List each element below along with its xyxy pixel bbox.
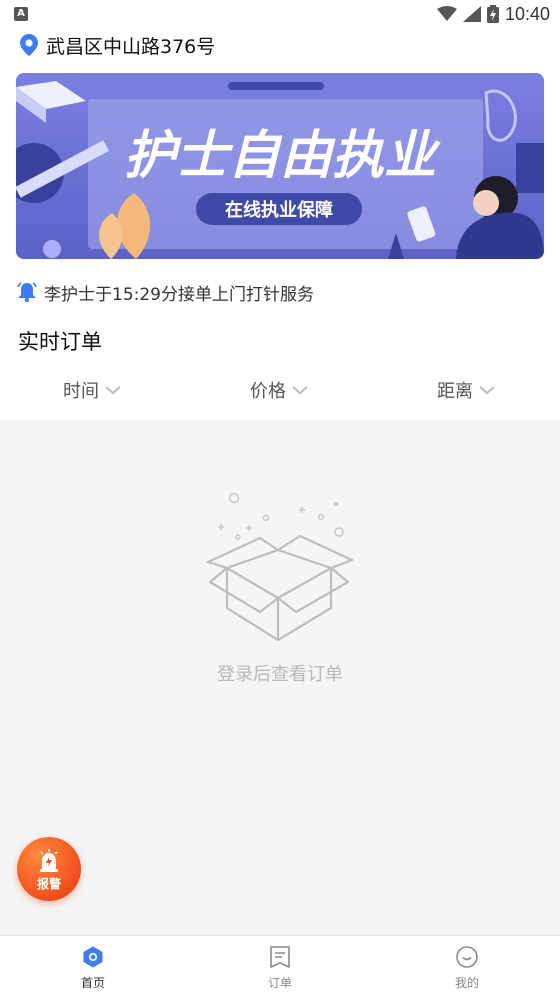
siren-icon xyxy=(40,849,58,872)
tab-label: 我的 xyxy=(454,976,479,990)
order-notice: 李护士于15:29分接单上门打针服务 xyxy=(16,280,314,305)
notice-text: 李护士于15:29分接单上门打针服务 xyxy=(44,284,314,305)
bell-icon xyxy=(17,282,37,303)
tab-label: 首页 xyxy=(80,976,105,990)
tab-label: 订单 xyxy=(267,976,292,990)
chevron-down-icon xyxy=(105,386,121,395)
tab-profile[interactable]: 我的 xyxy=(407,942,527,992)
filter-label: 价格 xyxy=(250,381,286,402)
location-pin-icon xyxy=(20,34,38,56)
chevron-down-icon xyxy=(292,386,308,395)
filter-price[interactable]: 价格 xyxy=(250,376,308,404)
wifi-icon xyxy=(436,6,457,21)
home-icon xyxy=(83,946,103,968)
empty-box-icon xyxy=(206,492,354,642)
bottom-tab-bar: 首页 订单 我的 xyxy=(0,935,560,995)
battery-icon xyxy=(486,5,499,23)
alarm-label: 报警 xyxy=(36,877,61,891)
order-icon xyxy=(270,946,290,968)
orders-list-area: 登录后查看订单 xyxy=(0,420,560,935)
status-time: 10:40 xyxy=(504,3,550,24)
promo-banner[interactable]: 护士自由执业 在线执业保障 xyxy=(16,73,544,259)
chevron-down-icon xyxy=(479,386,495,395)
section-title: 实时订单 xyxy=(18,330,102,354)
location-address: 武昌区中山路376号 xyxy=(46,35,216,58)
filter-distance[interactable]: 距离 xyxy=(437,376,495,404)
filter-label: 距离 xyxy=(437,381,473,402)
filter-time[interactable]: 时间 xyxy=(63,376,121,404)
banner-illustration: 护士自由执业 在线执业保障 xyxy=(16,73,544,259)
status-notification-icon: A xyxy=(14,7,28,21)
signal-icon xyxy=(462,6,481,22)
banner-headline: 护士自由执业 xyxy=(124,126,441,186)
empty-state-text: 登录后查看订单 xyxy=(217,664,343,685)
filter-label: 时间 xyxy=(63,381,99,402)
alarm-button[interactable]: 报警 xyxy=(17,837,81,901)
status-bar: A 10:40 xyxy=(0,0,560,28)
location-selector[interactable]: 武昌区中山路376号 xyxy=(20,32,215,58)
tab-home[interactable]: 首页 xyxy=(33,942,153,992)
tab-orders[interactable]: 订单 xyxy=(220,942,340,992)
profile-icon xyxy=(456,946,478,968)
filter-bar: 时间 价格 距离 xyxy=(0,368,560,412)
banner-subheadline: 在线执业保障 xyxy=(225,199,333,221)
